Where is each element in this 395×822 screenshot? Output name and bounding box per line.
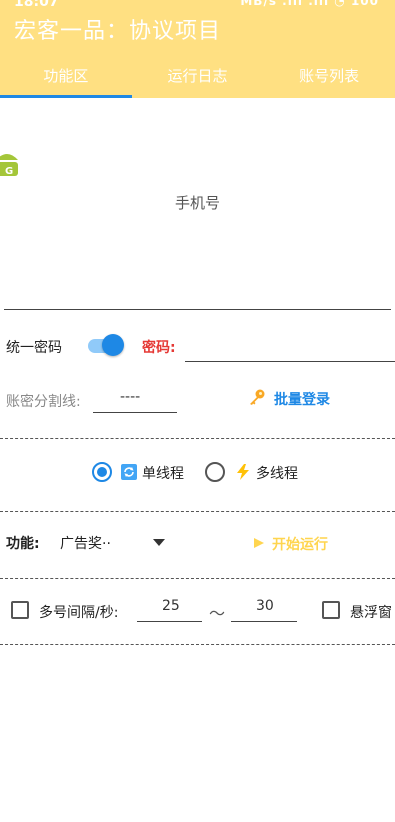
function-label: 功能: [6, 536, 40, 552]
divider-1 [0, 438, 395, 439]
password-label: 密码: [142, 340, 176, 356]
start-run-button[interactable]: 开始运行 [254, 533, 344, 553]
multi-thread-radio[interactable] [205, 462, 225, 482]
divider-2 [0, 511, 395, 512]
app-title: 宏客一品：协议项目 [14, 19, 222, 44]
app-bar: 18:07 MB/s .ıll .ıll ◔ 100 宏客一品：协议项目 功能区… [0, 0, 395, 98]
multi-interval-checkbox[interactable] [11, 601, 29, 619]
split-separator-input[interactable] [93, 412, 177, 413]
unify-password-toggle[interactable] [88, 334, 124, 356]
split-separator-label: 账密分割线: [6, 394, 81, 410]
float-window-checkbox[interactable] [322, 601, 340, 619]
status-time: 18:07 [14, 0, 59, 10]
batch-login-label: 批量登录 [274, 392, 330, 408]
lightning-icon [237, 464, 249, 480]
tab-bar: 功能区 运行日志 账号列表 [0, 62, 395, 98]
split-separator-value: ---- [120, 389, 141, 405]
tab-functions[interactable]: 功能区 [0, 62, 132, 98]
key-icon [250, 389, 265, 405]
tab-account-list[interactable]: 账号列表 [263, 62, 395, 98]
play-icon [254, 538, 264, 548]
status-icons: MB/s .ıll .ıll ◔ 100 [240, 0, 379, 8]
single-thread-radio[interactable] [92, 462, 112, 482]
single-thread-label: 单线程 [142, 466, 184, 482]
interval-min-input[interactable] [137, 621, 202, 622]
multi-thread-label: 多线程 [256, 466, 298, 482]
toggle-thumb [102, 334, 124, 356]
interval-separator: ～ [209, 604, 226, 623]
tab-run-log[interactable]: 运行日志 [132, 62, 264, 98]
android-icon[interactable]: G [0, 150, 20, 180]
phone-input[interactable] [4, 309, 391, 310]
divider-4 [0, 644, 395, 645]
multi-interval-label: 多号间隔/秒: [39, 605, 119, 621]
divider-3 [0, 578, 395, 579]
interval-min-value: 25 [162, 598, 180, 614]
status-bar: 18:07 MB/s .ıll .ıll ◔ 100 [0, 0, 395, 10]
function-select[interactable]: 广告奖·· [58, 530, 168, 554]
refresh-icon [121, 464, 137, 480]
interval-max-value: 30 [256, 598, 274, 614]
svg-text:G: G [5, 166, 13, 177]
password-input[interactable] [185, 361, 395, 362]
float-window-label: 悬浮窗 [350, 605, 392, 621]
function-select-value: 广告奖·· [60, 536, 111, 552]
start-run-label: 开始运行 [272, 537, 328, 553]
phone-field-label: 手机号 [174, 194, 220, 212]
interval-max-input[interactable] [231, 621, 297, 622]
dropdown-arrow-icon [153, 539, 165, 546]
unify-password-label: 统一密码 [6, 340, 62, 356]
